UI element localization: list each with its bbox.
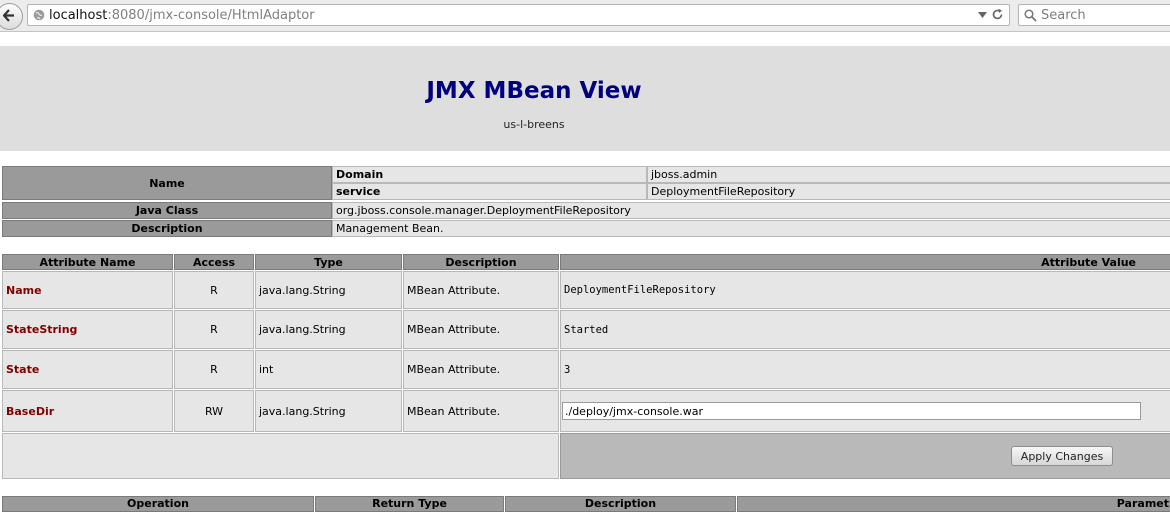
attr-name-cell: State <box>2 350 173 389</box>
col-header-parameters: Paramet <box>737 496 1170 512</box>
attr-access-cell: R <box>174 310 254 349</box>
page-title: JMX MBean View <box>426 78 642 104</box>
domain-label: Domain <box>332 166 647 183</box>
attr-type-cell: java.lang.String <box>255 271 402 309</box>
col-header-attribute-name: Attribute Name <box>2 254 173 270</box>
col-header-operation: Operation <box>2 496 314 512</box>
url-path: :8080/jmx-console/HtmlAdaptor <box>107 8 315 23</box>
java-class-value: org.jboss.console.manager.DeploymentFile… <box>332 202 1170 219</box>
globe-icon <box>33 9 45 21</box>
url-bar[interactable]: localhost:8080/jmx-console/HtmlAdaptor <box>27 4 1010 26</box>
attr-access-cell: RW <box>174 390 254 432</box>
col-header-access: Access <box>174 254 254 270</box>
attr-access-cell: R <box>174 271 254 309</box>
description-value: Management Bean. <box>332 220 1170 237</box>
attr-value-cell: DeploymentFileRepository <box>560 271 1170 309</box>
attr-description-cell: MBean Attribute. <box>403 350 559 389</box>
description-label: Description <box>2 220 332 237</box>
reload-icon[interactable] <box>991 8 1004 21</box>
page-subtitle: us-l-breens <box>503 118 565 131</box>
attr-description-cell: MBean Attribute. <box>403 310 559 349</box>
col-header-description: Description <box>403 254 559 270</box>
service-label: service <box>332 183 647 200</box>
attr-type-cell: int <box>255 350 402 389</box>
attr-type-cell: java.lang.String <box>255 310 402 349</box>
name-label: Name <box>2 166 332 200</box>
url-host: localhost <box>49 8 108 23</box>
service-value: DeploymentFileRepository <box>647 183 1170 200</box>
back-arrow-icon <box>3 9 14 22</box>
col-header-op-description: Description <box>505 496 736 512</box>
basedir-value-input[interactable] <box>562 402 1141 420</box>
chevron-down-icon[interactable] <box>978 12 987 18</box>
attr-name-cell: Name <box>2 271 173 309</box>
apply-row-spacer <box>2 433 559 479</box>
back-button[interactable] <box>0 3 23 30</box>
search-icon <box>1024 9 1037 22</box>
attr-type-cell: java.lang.String <box>255 390 402 432</box>
domain-value: jboss.admin <box>647 166 1170 183</box>
attr-name-cell: BaseDir <box>2 390 173 432</box>
col-header-return-type: Return Type <box>315 496 504 512</box>
attr-value-cell: 3 <box>560 350 1170 389</box>
attr-name-cell: StateString <box>2 310 173 349</box>
attr-access-cell: R <box>174 350 254 389</box>
apply-changes-button[interactable]: Apply Changes <box>1011 446 1113 466</box>
attr-value-cell: Started <box>560 310 1170 349</box>
attr-description-cell: MBean Attribute. <box>403 271 559 309</box>
browser-toolbar: localhost:8080/jmx-console/HtmlAdaptor <box>0 0 1170 32</box>
search-input[interactable] <box>1041 6 1170 24</box>
url-text: localhost:8080/jmx-console/HtmlAdaptor <box>49 8 315 23</box>
attr-description-cell: MBean Attribute. <box>403 390 559 432</box>
col-header-attribute-value: Attribute Value <box>560 254 1170 270</box>
search-bar[interactable] <box>1018 4 1170 26</box>
java-class-label: Java Class <box>2 202 332 219</box>
col-header-type: Type <box>255 254 402 270</box>
